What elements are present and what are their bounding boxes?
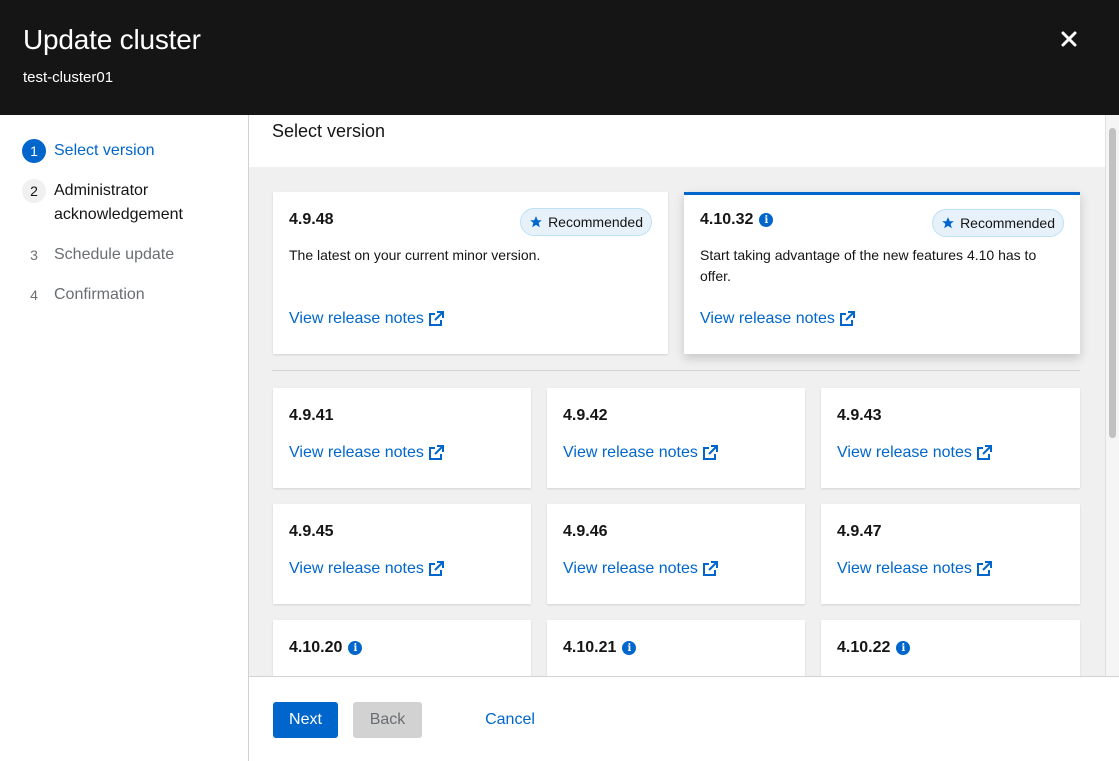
scrollbar[interactable] bbox=[1105, 115, 1119, 676]
version-label: 4.9.48 bbox=[289, 211, 334, 228]
version-card-4-9-46[interactable]: 4.9.46 View release notes bbox=[547, 504, 805, 604]
step-confirmation: 4 Confirmation bbox=[22, 283, 145, 307]
divider bbox=[272, 370, 1080, 371]
version-card-4-10-21[interactable]: 4.10.21 i bbox=[547, 620, 805, 676]
release-notes-link[interactable]: View release notes bbox=[837, 444, 992, 462]
modal-header: Update cluster test-cluster01 bbox=[0, 0, 1119, 115]
cancel-button[interactable]: Cancel bbox=[473, 702, 547, 738]
link-label: View release notes bbox=[289, 560, 424, 577]
release-notes-link[interactable]: View release notes bbox=[289, 444, 444, 462]
version-label: 4.10.22 i bbox=[837, 639, 911, 657]
version-label: 4.10.21 i bbox=[563, 639, 637, 657]
release-notes-link[interactable]: View release notes bbox=[563, 560, 718, 578]
release-notes-link[interactable]: View release notes bbox=[837, 560, 992, 578]
link-label: View release notes bbox=[837, 444, 972, 461]
version-card-4-10-20[interactable]: 4.10.20 i bbox=[273, 620, 531, 676]
external-link-icon bbox=[702, 561, 718, 576]
link-label: View release notes bbox=[700, 310, 835, 327]
version-card-4-9-41[interactable]: 4.9.41 View release notes bbox=[273, 388, 531, 488]
wizard-nav: 1 Select version 2 Administrator acknowl… bbox=[0, 115, 249, 761]
wizard-body: Select version 4.9.48 Recommended The la… bbox=[249, 115, 1119, 676]
close-button[interactable] bbox=[1056, 26, 1082, 52]
badge-label: Recommended bbox=[960, 215, 1055, 231]
external-link-icon bbox=[976, 445, 992, 460]
step-select-version[interactable]: 1 Select version bbox=[22, 139, 155, 163]
back-button: Back bbox=[353, 702, 422, 738]
external-link-icon bbox=[428, 311, 444, 326]
step-label: Select version bbox=[54, 142, 155, 159]
release-notes-link[interactable]: View release notes bbox=[563, 444, 718, 462]
info-icon[interactable]: i bbox=[896, 641, 911, 655]
section-title: Select version bbox=[272, 121, 386, 141]
external-link-icon bbox=[702, 445, 718, 460]
step-schedule-update: 3 Schedule update bbox=[22, 243, 174, 267]
badge-label: Recommended bbox=[548, 214, 643, 230]
info-icon[interactable]: i bbox=[348, 641, 363, 655]
step-number: 1 bbox=[22, 139, 46, 163]
external-link-icon bbox=[839, 311, 855, 326]
version-description: The latest on your current minor version… bbox=[289, 247, 541, 263]
release-notes-link[interactable]: View release notes bbox=[289, 560, 444, 578]
version-label: 4.9.45 bbox=[289, 523, 334, 540]
cluster-name: test-cluster01 bbox=[23, 69, 114, 86]
version-card-4-9-45[interactable]: 4.9.45 View release notes bbox=[273, 504, 531, 604]
version-card-4-10-22[interactable]: 4.10.22 i bbox=[821, 620, 1080, 676]
step-label: Schedule update bbox=[54, 246, 175, 263]
release-notes-link[interactable]: View release notes bbox=[289, 310, 444, 328]
version-label: 4.9.47 bbox=[837, 523, 882, 540]
info-icon[interactable]: i bbox=[759, 213, 774, 227]
step-administrator-acknowledgement[interactable]: 2 Administrator acknowledgement bbox=[22, 179, 204, 227]
version-card-4-10-32[interactable]: 4.10.32 i Recommended Start taking advant… bbox=[684, 192, 1080, 354]
modal-title: Update cluster bbox=[23, 24, 201, 55]
star-icon bbox=[530, 216, 542, 228]
link-label: View release notes bbox=[563, 444, 698, 461]
version-description: Start taking advantage of the new featur… bbox=[700, 247, 1037, 284]
version-card-4-9-42[interactable]: 4.9.42 View release notes bbox=[547, 388, 805, 488]
close-icon bbox=[1061, 31, 1077, 47]
link-label: View release notes bbox=[289, 444, 424, 461]
version-label: 4.10.32 i bbox=[700, 211, 774, 229]
star-icon bbox=[942, 217, 954, 229]
step-number: 3 bbox=[30, 247, 38, 263]
external-link-icon bbox=[976, 561, 992, 576]
external-link-icon bbox=[428, 561, 444, 576]
section-header: Select version bbox=[249, 115, 1105, 167]
recommended-badge: Recommended bbox=[932, 209, 1064, 237]
external-link-icon bbox=[428, 445, 444, 460]
version-label: 4.9.43 bbox=[837, 407, 882, 424]
recommended-badge: Recommended bbox=[520, 208, 652, 236]
version-card-4-9-48[interactable]: 4.9.48 Recommended The latest on your cu… bbox=[273, 192, 668, 354]
link-label: View release notes bbox=[837, 560, 972, 577]
scrollbar-thumb[interactable] bbox=[1109, 128, 1116, 438]
version-card-4-9-47[interactable]: 4.9.47 View release notes bbox=[821, 504, 1080, 604]
step-number: 2 bbox=[22, 179, 46, 203]
version-label: 4.9.42 bbox=[563, 407, 608, 424]
info-icon[interactable]: i bbox=[622, 641, 637, 655]
link-label: View release notes bbox=[289, 310, 424, 327]
version-label: 4.9.41 bbox=[289, 407, 334, 424]
link-label: View release notes bbox=[563, 560, 698, 577]
version-label: 4.9.46 bbox=[563, 523, 608, 540]
step-number: 4 bbox=[30, 287, 38, 303]
version-card-4-9-43[interactable]: 4.9.43 View release notes bbox=[821, 388, 1080, 488]
version-label: 4.10.20 i bbox=[289, 639, 363, 657]
release-notes-link[interactable]: View release notes bbox=[700, 310, 855, 328]
next-button[interactable]: Next bbox=[273, 702, 338, 738]
wizard-footer: Next Back Cancel bbox=[249, 676, 1119, 761]
step-label: Administrator acknowledgement bbox=[54, 182, 183, 223]
step-label: Confirmation bbox=[54, 286, 145, 303]
